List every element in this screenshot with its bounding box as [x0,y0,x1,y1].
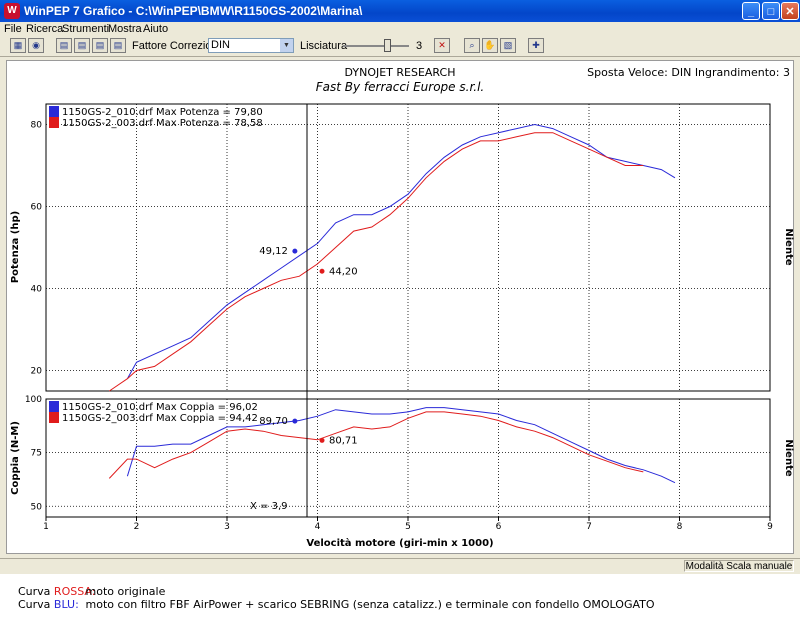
torque-y-label: Coppia (N-M) [10,421,21,495]
power-y-tick-label: 80 [31,121,43,131]
x-ticks: 1 2 3 4 5 6 7 8 9 [43,517,773,532]
torque-marker-blue [292,418,298,424]
cursor-label: X = 3,9 [250,501,288,512]
power-side-label: Niente [783,228,794,265]
note-red-prefix: Curva [18,585,54,598]
x-tick-label: 2 [134,522,140,532]
x-axis-label: Velocità motore (giri-min x 1000) [306,537,493,549]
note-blue-prefix: Curva [18,598,54,611]
torque-side-label: Niente [783,439,794,476]
x-tick-label: 4 [315,522,321,532]
torque-marker-label: 89,70 [259,416,288,427]
curve-notes: Curva ROSSA: moto originale Curva BLU: m… [0,574,800,641]
power-y-tick-label: 20 [31,367,43,377]
legend-swatch-blue [49,106,59,117]
status-bar: Modalità Scala manuale [0,558,800,574]
torque-legend: 1150GS-2_010.drf Max Coppia = 96,02 1150… [49,401,258,424]
torque-y-tick-label: 50 [31,502,43,512]
note-red: Curva ROSSA: moto originale [18,585,165,598]
torque-y-tick-label: 100 [25,395,42,405]
legend-swatch-red [49,412,59,423]
power-legend: 1150GS-2_010.drf Max Potenza = 79,80 115… [49,106,263,129]
dyno-chart[interactable]: DYNOJET RESEARCH Sposta Veloce: DIN Ingr… [0,0,800,641]
note-blue-word: BLU: [53,598,79,611]
power-legend-red: 1150GS-2_003.drf Max Potenza = 78,58 [62,118,263,129]
x-tick-label: 6 [496,522,502,532]
legend-swatch-red [49,117,59,128]
x-tick-label: 7 [586,522,592,532]
x-tick-label: 1 [43,522,49,532]
note-blue-text: moto con filtro FBF AirPower + scarico S… [85,598,655,611]
header-left: DYNOJET RESEARCH [345,66,456,79]
x-tick-label: 5 [405,522,411,532]
torque-marker-red [319,437,325,443]
status-scale-mode: Modalità Scala manuale [684,560,794,572]
x-tick-label: 8 [677,522,683,532]
torque-marker-label: 80,71 [329,435,358,446]
power-y-tick-label: 60 [31,203,43,213]
power-legend-blue: 1150GS-2_010.drf Max Potenza = 79,80 [62,107,263,118]
power-marker-label: 44,20 [329,266,358,277]
torque-y-tick-label: 75 [31,449,42,459]
header-right: Sposta Veloce: DIN Ingrandimento: 3 [587,66,790,79]
torque-legend-red: 1150GS-2_003.drf Max Coppia = 94,42 [62,413,258,424]
power-marker-red [319,268,325,274]
note-red-text: moto originale [85,585,166,598]
torque-y-ticks: 50 75 100 [25,395,42,512]
chart-subtitle: Fast By ferracci Europe s.r.l. [316,80,485,94]
torque-legend-blue: 1150GS-2_010.drf Max Coppia = 96,02 [62,402,258,413]
x-tick-label: 9 [767,522,773,532]
power-y-ticks: 20 40 60 80 [31,121,43,377]
power-y-tick-label: 40 [31,285,43,295]
x-tick-label: 3 [224,522,230,532]
power-y-label: Potenza (hp) [10,211,21,283]
power-marker-label: 49,12 [259,246,288,257]
power-marker-blue [292,248,298,254]
note-blue: Curva BLU: moto con filtro FBF AirPower … [18,598,655,611]
legend-swatch-blue [49,401,59,412]
